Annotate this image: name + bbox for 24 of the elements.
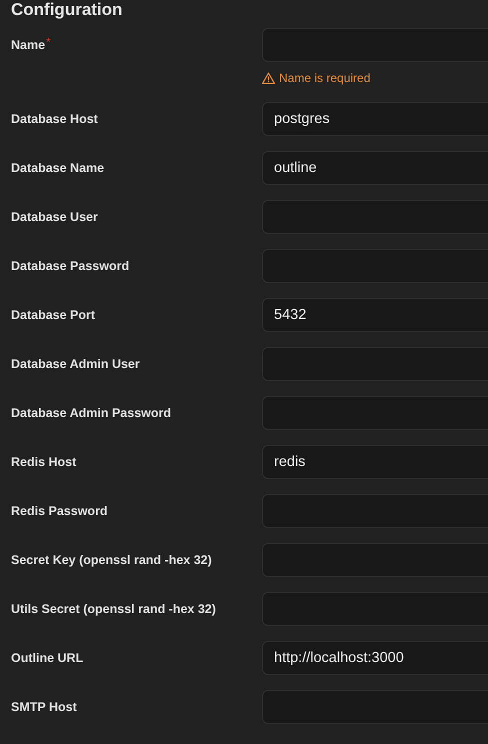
field-label: Database Port: [11, 306, 96, 324]
text-field[interactable]: outline: [262, 151, 488, 185]
section-title: Configuration: [10, 0, 124, 20]
text-field[interactable]: redis: [262, 445, 488, 479]
error-message: Name is required: [279, 70, 370, 87]
field-label: Database Admin User: [11, 356, 140, 373]
text-field[interactable]: http://localhost:3000: [262, 641, 488, 675]
field-label: Database Name: [11, 160, 104, 177]
field-label: Utils Secret (openssl rand -hex 32): [11, 600, 216, 618]
field-label: Database Admin Password: [11, 404, 172, 422]
required-mark: *: [46, 36, 51, 48]
field-label: Database User: [11, 208, 98, 226]
text-field[interactable]: postgres: [262, 102, 488, 136]
text-field[interactable]: [262, 249, 488, 283]
text-field[interactable]: 5432: [262, 298, 488, 332]
field-label: Redis Host: [11, 454, 76, 471]
field-label: Database Password: [11, 258, 130, 275]
field-label: Name: [11, 36, 46, 54]
field-label: Redis Password: [11, 502, 108, 520]
field-label: Outline URL: [11, 650, 84, 667]
field-label: SMTP Host: [11, 698, 77, 716]
field-label: Secret Key (openssl rand -hex 32): [11, 552, 212, 569]
warning-icon: [262, 72, 275, 84]
field-label: Database Host: [11, 110, 98, 128]
